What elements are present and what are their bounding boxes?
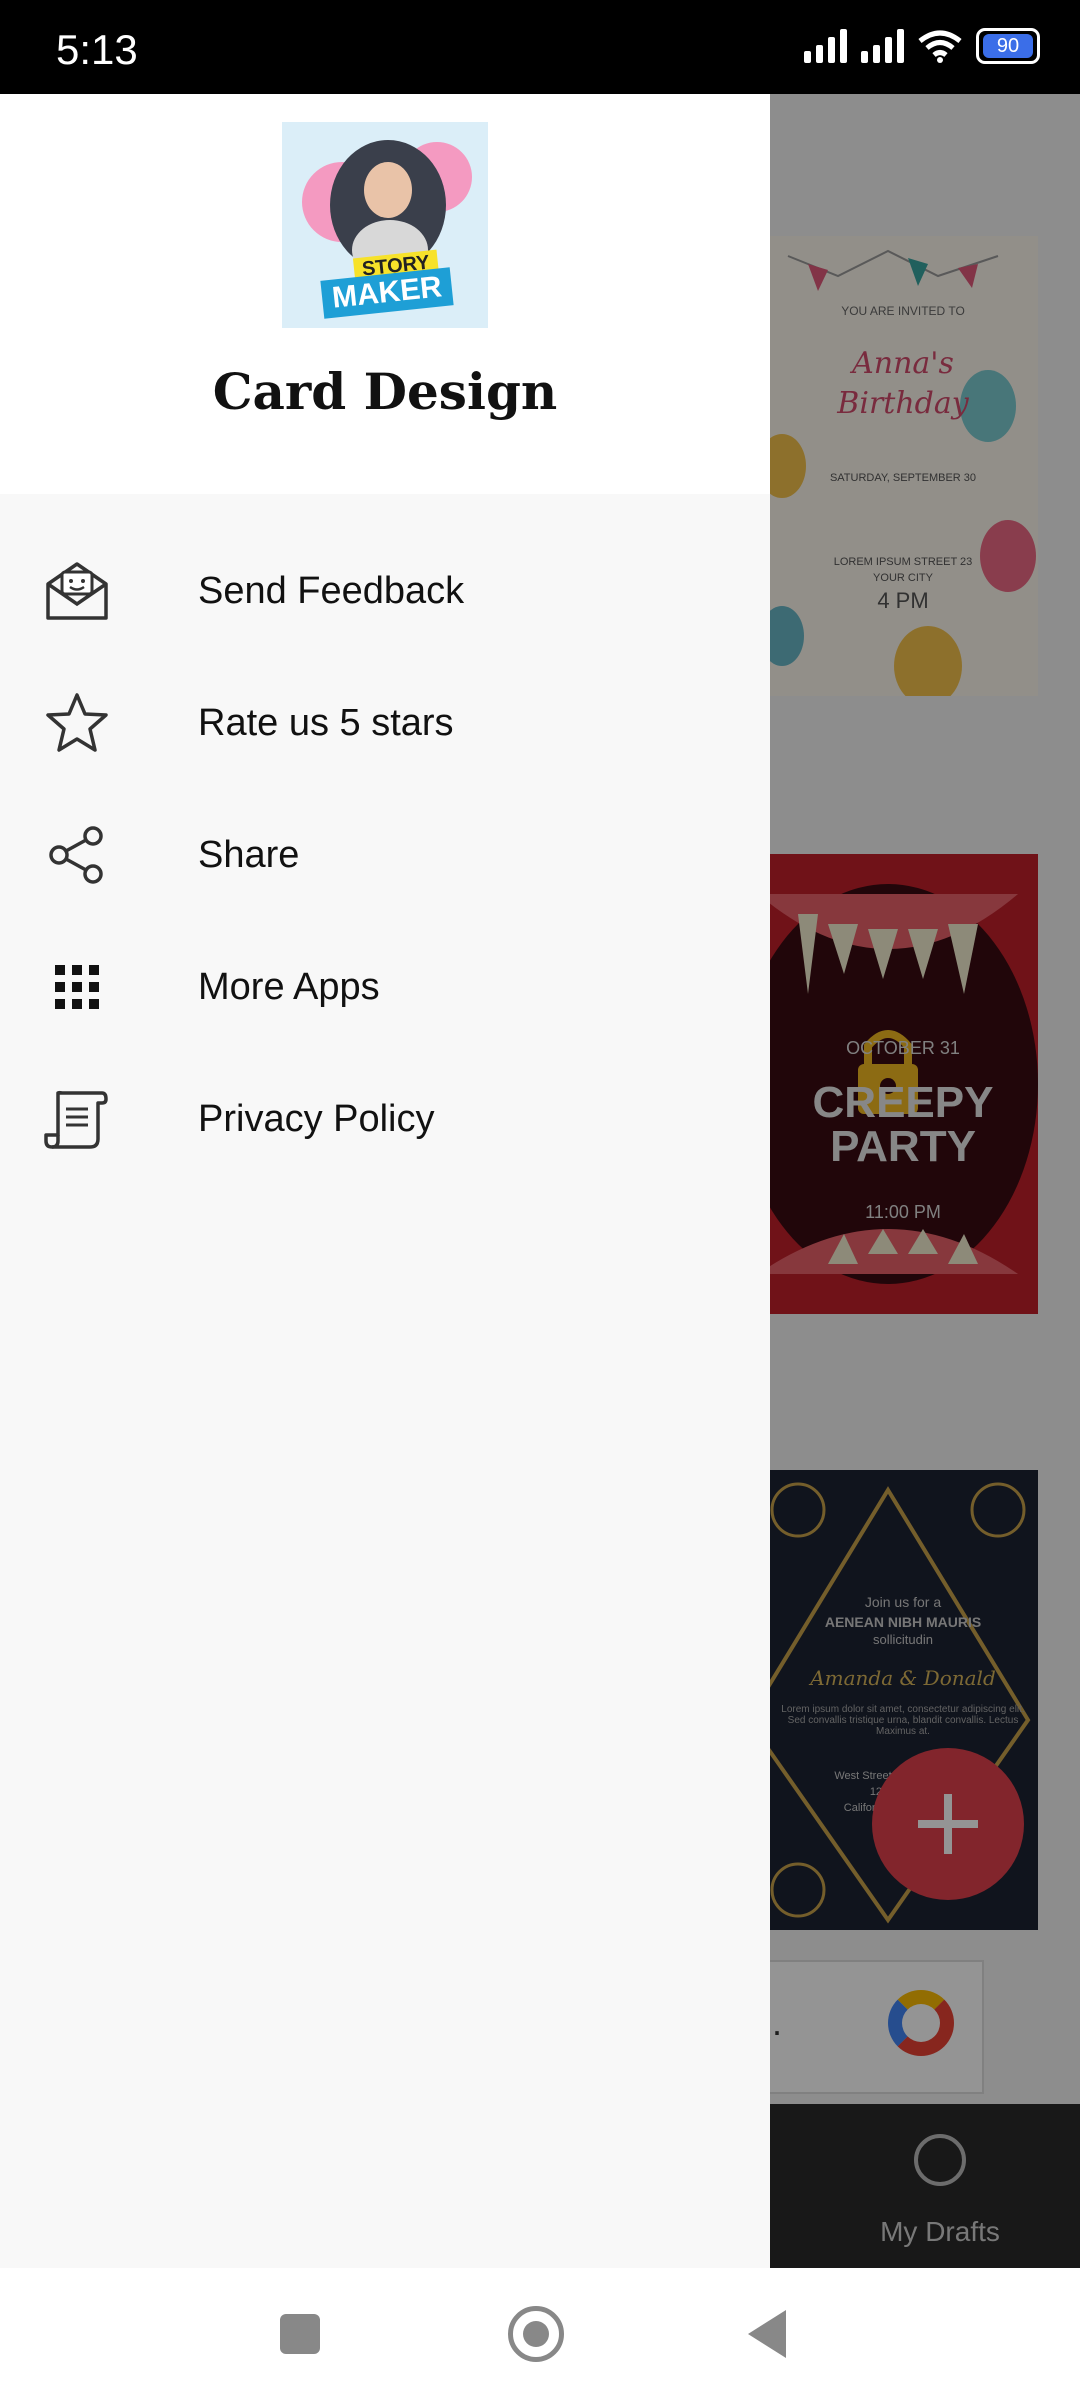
system-navigation-bar [0, 2268, 1080, 2400]
status-bar: 5:13 90 [0, 0, 1080, 94]
menu-label-share: Share [198, 833, 300, 876]
menu-item-share[interactable]: Share [0, 790, 770, 920]
home-button[interactable] [508, 2306, 564, 2362]
feedback-envelope-icon [42, 561, 112, 621]
app-title: Card Design [212, 362, 558, 421]
navigation-drawer: STORY MAKER Card Design Send Feedback Ra… [0, 94, 770, 2268]
back-button[interactable] [748, 2310, 786, 2358]
status-icons: 90 [804, 28, 1040, 64]
menu-item-send-feedback[interactable]: Send Feedback [0, 526, 770, 656]
menu-item-rate-us[interactable]: Rate us 5 stars [0, 658, 770, 788]
menu-item-privacy-policy[interactable]: Privacy Policy [0, 1054, 770, 1184]
battery-icon: 90 [976, 28, 1040, 64]
document-scroll-icon [42, 1089, 112, 1149]
menu-label-rate-us: Rate us 5 stars [198, 701, 454, 744]
drawer-header: STORY MAKER Card Design [0, 94, 770, 494]
star-icon [42, 693, 112, 753]
share-icon [42, 825, 112, 885]
cell-signal-icon [804, 29, 847, 63]
wifi-icon [918, 30, 962, 63]
menu-label-send-feedback: Send Feedback [198, 569, 465, 612]
menu-label-more-apps: More Apps [198, 965, 380, 1008]
battery-level: 90 [983, 34, 1033, 58]
app-logo: STORY MAKER [282, 122, 488, 328]
logo-text-maker: MAKER [320, 267, 454, 319]
grid-apps-icon [42, 957, 112, 1017]
menu-label-privacy-policy: Privacy Policy [198, 1097, 435, 1140]
recents-button[interactable] [280, 2314, 320, 2354]
cell-signal-icon-2 [861, 29, 904, 63]
menu-item-more-apps[interactable]: More Apps [0, 922, 770, 1052]
status-time: 5:13 [56, 26, 138, 73]
